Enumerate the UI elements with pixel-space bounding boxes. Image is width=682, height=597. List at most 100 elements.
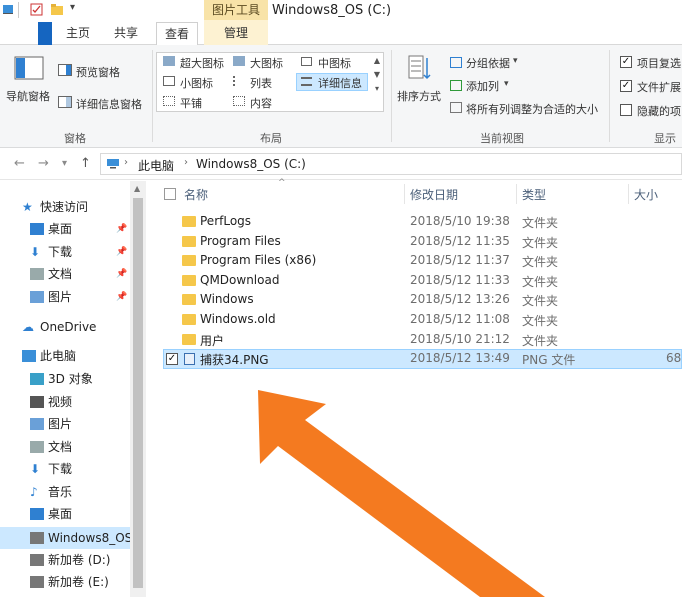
download-icon: ⬇ [30, 462, 41, 476]
sidebar-item[interactable]: ☁ OneDrive [0, 316, 130, 338]
layout-details[interactable]: 详细信息 [318, 75, 362, 91]
sidebar-item[interactable]: 图片 [0, 413, 130, 435]
picture-tools-header: 图片工具 [204, 0, 268, 20]
file-row[interactable]: Windows 2018/5/12 13:26 文件夹 [164, 290, 682, 310]
layout-list[interactable]: 列表 [250, 75, 272, 91]
file-row[interactable]: Windows.old 2018/5/12 11:08 文件夹 [164, 310, 682, 330]
column-header-name[interactable]: 名称 [184, 186, 208, 203]
hidden-items-label: 隐藏的项 [637, 105, 681, 118]
add-columns-button[interactable]: 添加列 [466, 78, 499, 94]
tiles-icon [163, 96, 175, 106]
preview-pane-button[interactable]: 预览窗格 [76, 64, 120, 80]
panes-group-label: 窗格 [64, 132, 86, 145]
current-view-group-label: 当前视图 [480, 132, 524, 145]
scroll-up-icon[interactable]: ▲ [134, 184, 140, 193]
file-extensions-label: 文件扩展 [637, 81, 681, 94]
sidebar-item-label: 桌面 [48, 222, 73, 236]
sidebar-item[interactable]: ⬇ 下载 [0, 458, 130, 480]
file-row[interactable]: 用户 2018/5/10 21:12 文件夹 [164, 330, 682, 350]
group-by-dropdown-icon[interactable]: ▾ [513, 56, 518, 66]
new-folder-icon[interactable] [50, 3, 64, 16]
sidebar-item-label: 此电脑 [40, 349, 77, 363]
window-icon[interactable] [2, 3, 14, 15]
file-extensions-checkbox[interactable]: ✓ [620, 80, 632, 92]
tab-file[interactable] [38, 22, 52, 45]
sidebar-item[interactable]: 视频 [0, 391, 130, 413]
column-divider[interactable] [404, 184, 405, 204]
sidebar-item[interactable]: ★ 快速访问 [0, 196, 130, 218]
item-checkboxes-checkbox[interactable]: ✓ [620, 56, 632, 68]
tab-manage[interactable]: 管理 [212, 22, 260, 45]
column-header-type[interactable]: 类型 [522, 186, 546, 203]
layout-scroll-icon[interactable]: ▲ ▼ ▾ [372, 54, 382, 110]
pin-icon[interactable]: 📌 [116, 241, 127, 263]
layout-content[interactable]: 内容 [250, 95, 272, 111]
forward-icon[interactable]: → [38, 156, 49, 171]
row-checkbox[interactable]: ✓ [166, 353, 178, 366]
back-icon[interactable]: ← [14, 156, 25, 171]
sidebar-item[interactable]: 3D 对象 [0, 368, 130, 390]
breadcrumb-this-pc[interactable]: 此电脑 [138, 157, 174, 174]
sidebar-item[interactable]: 桌面 📌 [0, 218, 130, 240]
nav-scroll-thumb[interactable] [133, 198, 143, 588]
extra-large-icons-icon [163, 56, 175, 66]
file-row[interactable]: PerfLogs 2018/5/10 19:38 文件夹 [164, 212, 682, 232]
file-row[interactable]: ✓ 捕获34.PNG 2018/5/12 13:49 PNG 文件 68 [164, 349, 682, 369]
group-by-button[interactable]: 分组依据 [466, 55, 510, 71]
breadcrumb-drive[interactable]: Windows8_OS (C:) [196, 157, 306, 171]
layout-small-icons[interactable]: 小图标 [180, 75, 213, 91]
recent-locations-icon[interactable]: ▾ [62, 158, 67, 169]
select-all-checkbox[interactable] [164, 188, 176, 200]
sidebar-item[interactable]: 文档 📌 [0, 263, 130, 285]
folder-icon [182, 314, 196, 325]
pin-icon[interactable]: 📌 [116, 218, 127, 240]
nav-pane-button[interactable]: 导航窗格 [6, 88, 50, 104]
layout-extra-large-icons[interactable]: 超大图标 [180, 55, 224, 71]
layout-large-icons[interactable]: 大图标 [250, 55, 283, 71]
qat-dropdown-icon[interactable]: ▾ [70, 2, 75, 13]
tab-share[interactable]: 共享 [108, 22, 144, 45]
pin-icon[interactable]: 📌 [116, 263, 127, 285]
picture-icon [30, 291, 44, 303]
sidebar-item-label: 视频 [48, 395, 73, 409]
size-all-columns-button[interactable]: 将所有列调整为合适的大小 [466, 101, 598, 117]
column-divider[interactable] [628, 184, 629, 204]
pin-icon[interactable]: 📌 [116, 286, 127, 308]
video-icon [30, 396, 44, 408]
sidebar-item[interactable]: 新加卷 (E:) [0, 571, 130, 593]
properties-icon[interactable] [30, 3, 43, 16]
file-name: Windows [200, 292, 254, 307]
file-type: 文件夹 [522, 294, 559, 309]
sidebar-item[interactable]: ♪ 音乐 [0, 481, 130, 503]
file-size: 68 [666, 351, 682, 366]
sidebar-item[interactable]: Windows8_OS [0, 527, 132, 549]
layout-medium-icons[interactable]: 中图标 [318, 55, 351, 71]
sidebar-item[interactable]: 新加卷 (D:) [0, 549, 130, 571]
up-icon[interactable]: ↑ [80, 156, 91, 171]
sidebar-item[interactable]: 图片 📌 [0, 286, 130, 308]
column-header-date[interactable]: 修改日期 [410, 186, 458, 203]
sidebar-item-label: 3D 对象 [48, 372, 93, 386]
file-row[interactable]: Program Files (x86) 2018/5/12 11:37 文件夹 [164, 251, 682, 271]
sidebar-item[interactable]: ⬇ 下载 📌 [0, 241, 130, 263]
sidebar-item[interactable]: 桌面 [0, 503, 130, 525]
layout-tiles[interactable]: 平铺 [180, 95, 202, 111]
column-divider[interactable] [516, 184, 517, 204]
file-date: 2018/5/12 11:33 [410, 272, 510, 287]
file-row[interactable]: QMDownload 2018/5/12 11:33 文件夹 [164, 271, 682, 291]
file-name: Program Files [200, 233, 281, 248]
tab-view[interactable]: 查看 [156, 22, 198, 46]
file-row[interactable]: Program Files 2018/5/12 11:35 文件夹 [164, 232, 682, 252]
nav-pane-icon[interactable] [14, 56, 44, 80]
tab-home[interactable]: 主页 [60, 22, 96, 45]
sidebar-item[interactable]: 此电脑 [0, 345, 130, 367]
column-header-size[interactable]: 大小 [634, 186, 658, 203]
add-columns-dropdown-icon[interactable]: ▾ [504, 79, 509, 89]
large-icons-icon [233, 56, 245, 66]
hidden-items-checkbox[interactable] [620, 104, 632, 116]
details-icon [301, 77, 312, 86]
sort-by-button[interactable]: 排序方式 [397, 88, 441, 104]
details-pane-button[interactable]: 详细信息窗格 [76, 96, 142, 112]
sidebar-item[interactable]: 文档 [0, 436, 130, 458]
qat-divider [18, 2, 19, 18]
